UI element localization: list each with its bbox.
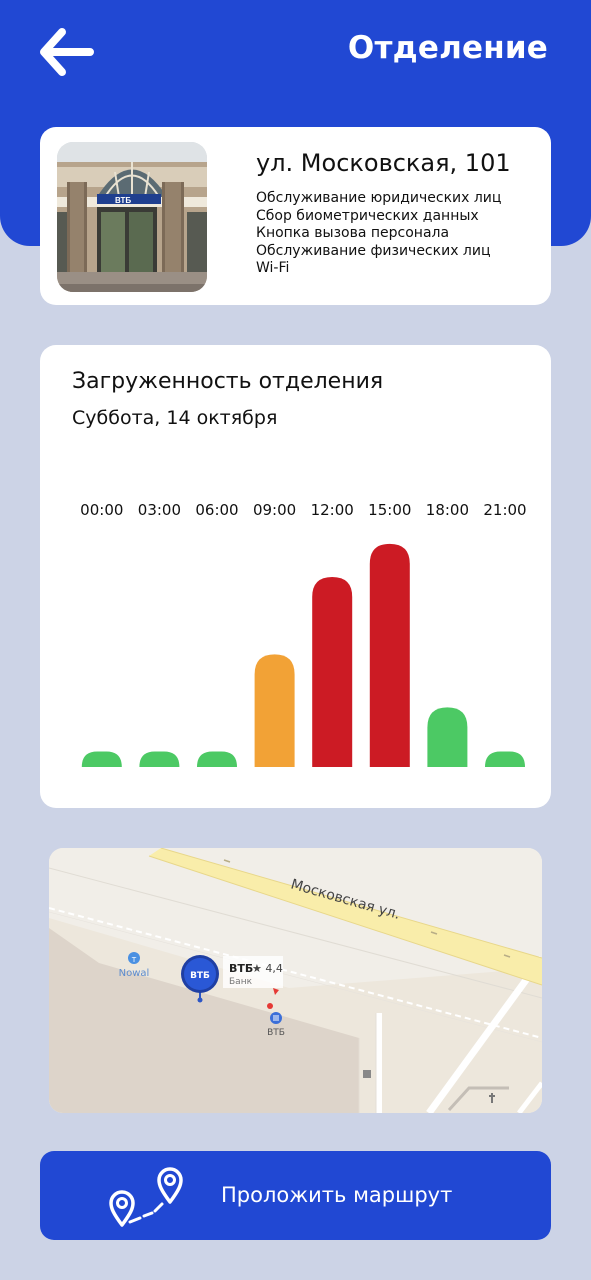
hour-tick-label: 15:00	[368, 501, 411, 519]
service-item: Обслуживание юридических лиц	[256, 190, 502, 206]
load-bar-1500	[369, 543, 410, 767]
service-item: Wi-Fi	[256, 260, 290, 276]
route-button-label: Проложить маршрут	[221, 1183, 453, 1207]
load-bar-1200	[312, 576, 353, 767]
hour-tick-label: 12:00	[311, 501, 354, 519]
poi-nowal-label: Nowal	[119, 968, 150, 979]
service-item: Сбор биометрических данных	[256, 207, 479, 224]
hour-tick-label: 21:00	[483, 501, 526, 519]
bank-rating: ★ 4,4	[252, 962, 283, 975]
hour-tick-label: 18:00	[426, 501, 469, 519]
back-button[interactable]	[38, 26, 96, 78]
svg-text:T: T	[131, 956, 137, 964]
photo-sign-text: ВТБ	[115, 196, 131, 205]
bank-category: Банк	[229, 977, 253, 987]
services-list: Обслуживание юридических лиц Сбор биомет…	[256, 190, 501, 278]
page-title: Отделение	[347, 30, 548, 66]
load-bar-0900	[254, 654, 295, 767]
load-bar-0000	[81, 751, 122, 767]
arrow-left-icon	[40, 28, 94, 76]
hour-tick-label: 09:00	[253, 501, 296, 519]
load-date: Суббота, 14 октября	[72, 407, 278, 429]
hour-tick-label: 00:00	[80, 501, 123, 519]
bank-name: ВТБ	[229, 962, 253, 975]
marker-logo: ВТБ	[190, 971, 210, 981]
build-route-button[interactable]: Проложить маршрут	[40, 1151, 551, 1240]
load-bar-0600	[197, 751, 237, 767]
map-view[interactable]: Московская ул. T Nowal ВТБ ВТБ ★ 4,4 Бан…	[49, 848, 542, 1113]
branch-info-card: ВТБ ул. Московская, 101 Обслуживание юри…	[40, 127, 551, 305]
route-pins-icon	[109, 1167, 183, 1227]
service-item: Кнопка вызова персонала	[256, 225, 450, 241]
load-bar-0300	[139, 751, 180, 767]
hour-tick-label: 06:00	[195, 501, 238, 519]
load-bar-1800	[427, 707, 468, 767]
load-card: 00:00 03:00 06:00 09:00 12:00 15:00 18:00 21:00…	[40, 345, 551, 808]
hour-tick-label: 03:00	[138, 501, 181, 519]
load-bar-2100	[485, 751, 525, 767]
branch-photo: ВТБ	[57, 142, 207, 292]
branch-address: ул. Московская, 101	[256, 149, 511, 177]
atm-label: ВТБ	[267, 1028, 285, 1038]
load-title: Загруженность отделения	[72, 369, 384, 394]
service-item: Обслуживание физических лиц	[256, 242, 491, 259]
